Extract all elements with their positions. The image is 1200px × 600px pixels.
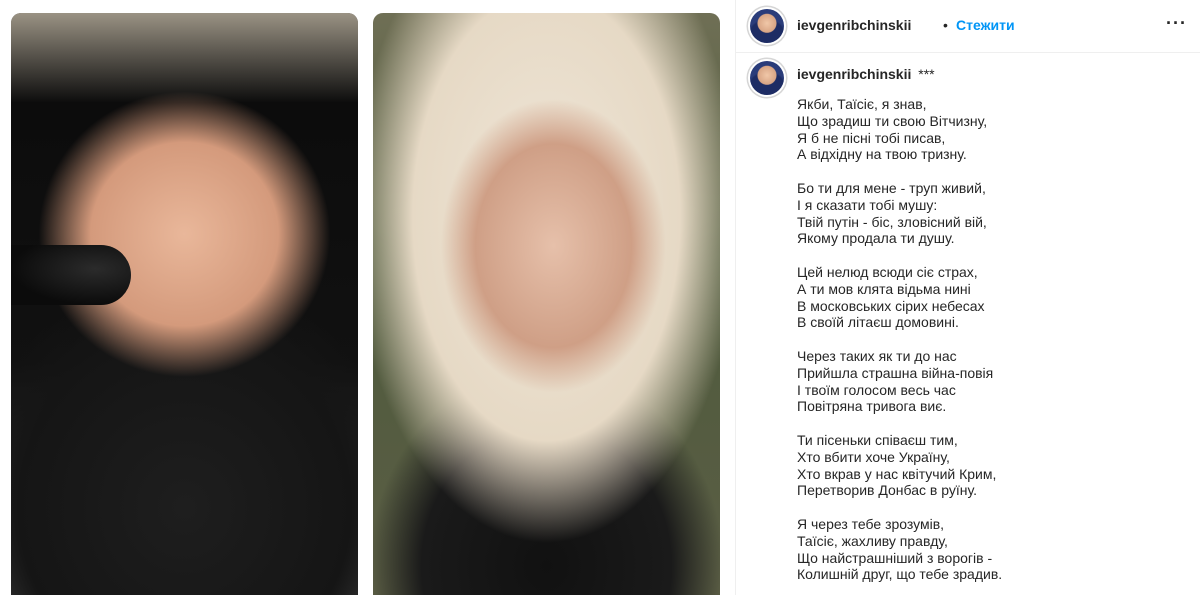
poem-line: Ти пісеньки співаєш тим, bbox=[797, 431, 958, 448]
more-horizontal-icon[interactable]: ··· bbox=[1166, 13, 1187, 34]
avatar[interactable] bbox=[750, 9, 784, 43]
caption-avatar[interactable] bbox=[750, 61, 784, 95]
poem-line: В своїй літаєш домовині. bbox=[797, 314, 959, 331]
poem-line: Таїсіє, жахливу правду, bbox=[797, 532, 948, 549]
poem-line: Що найстрашніший з ворогів - bbox=[797, 549, 993, 566]
microphone bbox=[11, 245, 131, 305]
poem-line: Твій путін - біс, зловісний вій, bbox=[797, 213, 987, 230]
username-link[interactable]: ievgenribchinskii bbox=[797, 17, 911, 33]
poem-line: Якби, Таїсіє, я знав, bbox=[797, 96, 927, 112]
caption-username[interactable]: ievgenribchinskii bbox=[797, 66, 911, 82]
poem-line: Я через тебе зрозумів, bbox=[797, 515, 945, 532]
poem-stanza: Я через тебе зрозумів, Таїсіє, жахливу пр… bbox=[797, 516, 1177, 583]
post-media[interactable] bbox=[0, 0, 735, 595]
poem-line: Цей нелюд всюди сіє страх, bbox=[797, 263, 978, 280]
poem-line: І твоїм голосом весь час bbox=[797, 381, 956, 398]
poem-line: Хто вкрав у нас квітучий Крим, bbox=[797, 465, 997, 482]
woman-photo bbox=[373, 13, 720, 595]
poem-line: Хто вбити хоче Україну, bbox=[797, 448, 950, 465]
poem-line: Я б не пісні тобі писав, bbox=[797, 129, 946, 146]
poem-stanza: Ти пісеньки співаєш тим, Хто вбити хоче У… bbox=[797, 432, 1177, 499]
poem-line: Бо ти для мене - труп живий, bbox=[797, 179, 986, 196]
poem-line: Що зрадиш ти свою Вітчизну, bbox=[797, 112, 988, 129]
poem-stanza: Цей нелюд всюди сіє страх, А ти мов клята… bbox=[797, 264, 1177, 331]
poem-stanza: Через таких як ти до нас Прийшла страшна … bbox=[797, 348, 1177, 415]
poem-line: А ти мов клята відьма нині bbox=[797, 280, 971, 297]
post-panel: ievgenribchinskii • Стежити ··· ievgenri… bbox=[735, 0, 1200, 595]
follow-button[interactable]: Стежити bbox=[956, 17, 1015, 33]
poem-line: А відхідну на твою тризну. bbox=[797, 146, 967, 163]
poem-stanza: Бо ти для мене - труп живий, І я сказати … bbox=[797, 180, 1177, 247]
caption-poem: Якби, Таїсіє, я знав, Що зрадиш ти свою В… bbox=[797, 96, 1177, 600]
poem-line: Прийшла страшна війна-повія bbox=[797, 364, 994, 381]
post-header: ievgenribchinskii • Стежити ··· bbox=[736, 0, 1200, 53]
separator-dot: • bbox=[943, 17, 948, 33]
poem-line: Через таких як ти до нас bbox=[797, 347, 957, 364]
poem-line: Якому продала ти душу. bbox=[797, 230, 955, 247]
singer-photo bbox=[11, 13, 358, 595]
poem-line: Повітряна тривога виє. bbox=[797, 398, 947, 415]
poem-stanza: Якби, Таїсіє, я знав, Що зрадиш ти свою В… bbox=[797, 96, 1177, 163]
poem-line: Колишній друг, що тебе зрадив. bbox=[797, 566, 1003, 583]
hair-highlight bbox=[11, 13, 358, 103]
caption-title: *** bbox=[918, 66, 935, 82]
poem-line: І я сказати тобі мушу: bbox=[797, 196, 938, 213]
poem-line: В московських сірих небесах bbox=[797, 297, 985, 314]
caption-header: ievgenribchinskii *** bbox=[797, 66, 935, 82]
poem-line: Перетворив Донбас в руїну. bbox=[797, 482, 977, 499]
